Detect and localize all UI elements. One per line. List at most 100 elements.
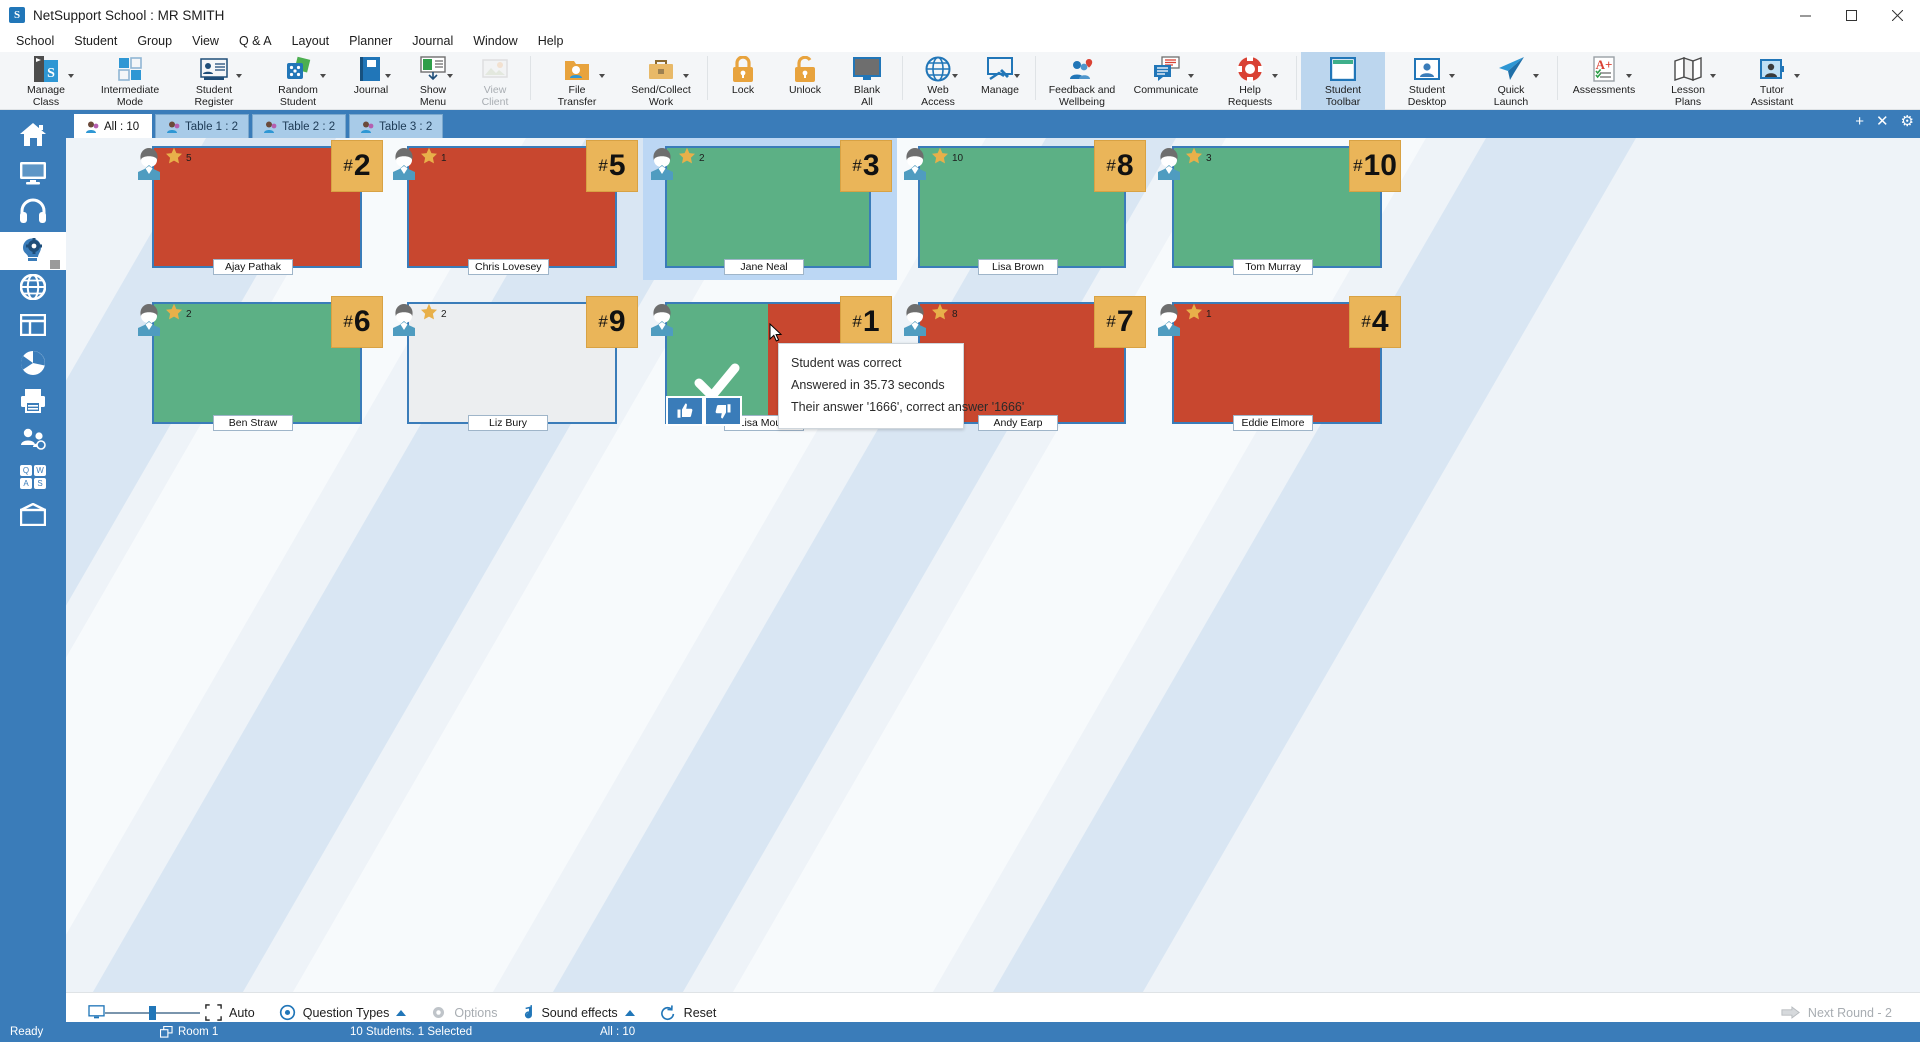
group-tab-table-2-2[interactable]: Table 2 : 2 xyxy=(252,114,347,138)
svg-text:A: A xyxy=(23,479,29,488)
tab-settings-icon[interactable]: ⚙ xyxy=(1901,114,1914,129)
menu-school[interactable]: School xyxy=(6,32,64,50)
ribbon-student-desktop-button[interactable]: Student Desktop xyxy=(1385,52,1469,110)
ribbon-student-toolbar-button[interactable]: Student Toolbar xyxy=(1301,52,1385,110)
ribbon-tutor-assistant-button[interactable]: Tutor Assistant xyxy=(1730,52,1814,110)
chevron-down-icon[interactable] xyxy=(1188,74,1194,78)
sidebar-item-audio[interactable] xyxy=(0,194,66,232)
sidebar-item-monitor[interactable] xyxy=(0,156,66,194)
menu-window[interactable]: Window xyxy=(463,32,527,50)
close-icon[interactable] xyxy=(1874,0,1920,30)
chevron-down-icon[interactable] xyxy=(68,74,74,78)
chevron-down-icon[interactable] xyxy=(1626,74,1632,78)
group-tab-strip: All : 10 Table 1 : 2 Table 2 : 2 Table 3 : … xyxy=(66,110,1920,138)
student-name-label[interactable]: Andy Earp xyxy=(978,415,1058,431)
ribbon-file-transfer-button[interactable]: File Transfer xyxy=(535,52,619,110)
sidebar-item-survey[interactable] xyxy=(0,346,66,384)
group-tab-table-1-2[interactable]: Table 1 : 2 xyxy=(155,114,250,138)
student-name-label[interactable]: Ajay Pathak xyxy=(213,259,293,275)
ribbon-feedback-wellbeing-button[interactable]: Feedback and Wellbeing xyxy=(1040,52,1124,110)
chevron-down-icon[interactable] xyxy=(599,74,605,78)
verdict-thumbs[interactable] xyxy=(666,396,742,426)
menu-group[interactable]: Group xyxy=(127,32,182,50)
ribbon-intermediate-mode-button[interactable]: Intermediate Mode xyxy=(88,52,172,110)
ribbon-manage-tools-button[interactable]: Manage xyxy=(969,52,1031,110)
student-avatar[interactable] xyxy=(389,304,419,338)
sidebar-item-application[interactable] xyxy=(0,308,66,346)
chevron-down-icon[interactable] xyxy=(320,74,326,78)
group-tab-table-3-2[interactable]: Table 3 : 2 xyxy=(349,114,444,138)
student-name-label[interactable]: Eddie Elmore xyxy=(1233,415,1313,431)
student-name-label[interactable]: Lisa Brown xyxy=(978,259,1058,275)
ribbon-show-menu-button[interactable]: Show Menu xyxy=(402,52,464,110)
menu-journal[interactable]: Journal xyxy=(402,32,463,50)
ribbon-send-collect-work-button[interactable]: Send/Collect Work xyxy=(619,52,703,110)
ribbon-web-access-button[interactable]: Web Access xyxy=(907,52,969,110)
student-avatar[interactable] xyxy=(900,304,930,338)
ribbon-lesson-plans-button[interactable]: Lesson Plans xyxy=(1646,52,1730,110)
sidebar-item-print[interactable] xyxy=(0,384,66,422)
student-name-label[interactable]: Ben Straw xyxy=(213,415,293,431)
student-name-label[interactable]: Liz Bury xyxy=(468,415,548,431)
sidebar-item-layout[interactable] xyxy=(0,498,66,536)
ribbon-manage-class-button[interactable]: S Manage Class xyxy=(4,52,88,110)
student-avatar[interactable] xyxy=(647,304,677,338)
group-tab-all-10[interactable]: All : 10 xyxy=(74,114,152,138)
student-avatar[interactable] xyxy=(900,148,930,182)
menu-q-a[interactable]: Q & A xyxy=(229,32,282,50)
student-avatar[interactable] xyxy=(134,304,164,338)
ribbon-help-requests-button[interactable]: Help Requests xyxy=(1208,52,1292,110)
menu-view[interactable]: View xyxy=(182,32,229,50)
status-group: All : 10 xyxy=(590,1026,645,1038)
chevron-down-icon[interactable] xyxy=(385,74,391,78)
classroom-layout-canvas[interactable]: 5 #2 Ajay Pathak 1 #5 Chris Lovesey 2 #3 Jane Ne… xyxy=(66,138,1920,992)
student-avatar[interactable] xyxy=(389,148,419,182)
ribbon-random-student-button[interactable]: Random Student xyxy=(256,52,340,110)
student-name-label[interactable]: Chris Lovesey xyxy=(468,259,549,275)
sidebar-item-group-users[interactable] xyxy=(0,422,66,460)
slider-knob[interactable] xyxy=(149,1005,156,1020)
next-round-button[interactable]: Next Round - 2 xyxy=(1771,1002,1902,1024)
minimize-icon[interactable] xyxy=(1782,0,1828,30)
chevron-down-icon[interactable] xyxy=(1014,74,1020,78)
ribbon-assessments-button[interactable]: A+ Assessments xyxy=(1562,52,1646,110)
student-number-badge: #1 xyxy=(840,296,892,348)
feedback-wellbeing-icon xyxy=(1069,54,1095,84)
student-avatar[interactable] xyxy=(647,148,677,182)
chevron-down-icon[interactable] xyxy=(952,74,958,78)
ribbon-lock-button[interactable]: Lock xyxy=(712,52,774,110)
thumbs-up-icon[interactable] xyxy=(666,396,704,426)
chevron-down-icon[interactable] xyxy=(1710,74,1716,78)
sidebar-item-question[interactable] xyxy=(0,232,66,270)
sidebar-item-internet[interactable] xyxy=(0,270,66,308)
thumbs-down-icon[interactable] xyxy=(704,396,742,426)
sidebar-item-home[interactable] xyxy=(0,118,66,156)
menu-layout[interactable]: Layout xyxy=(282,32,340,50)
ribbon-unlock-button[interactable]: Unlock xyxy=(774,52,836,110)
maximize-icon[interactable] xyxy=(1828,0,1874,30)
add-tab-icon[interactable]: + xyxy=(1855,114,1864,129)
chevron-down-icon[interactable] xyxy=(1272,74,1278,78)
sidebar-item-keyboard[interactable]: QWAS xyxy=(0,460,66,498)
chevron-down-icon[interactable] xyxy=(1533,74,1539,78)
menu-help[interactable]: Help xyxy=(528,32,574,50)
slider-track[interactable] xyxy=(105,1005,200,1020)
student-avatar[interactable] xyxy=(1154,304,1184,338)
chevron-down-icon[interactable] xyxy=(1794,74,1800,78)
student-avatar[interactable] xyxy=(1154,148,1184,182)
student-avatar[interactable] xyxy=(134,148,164,182)
chevron-down-icon[interactable] xyxy=(236,74,242,78)
chevron-down-icon[interactable] xyxy=(683,74,689,78)
ribbon-journal-button[interactable]: Journal xyxy=(340,52,402,110)
student-name-label[interactable]: Tom Murray xyxy=(1233,259,1313,275)
close-tab-icon[interactable]: ✕ xyxy=(1876,114,1889,129)
chevron-down-icon[interactable] xyxy=(1449,74,1455,78)
menu-student[interactable]: Student xyxy=(64,32,127,50)
ribbon-communicate-button[interactable]: Communicate xyxy=(1124,52,1208,110)
ribbon-blank-all-button[interactable]: Blank All xyxy=(836,52,898,110)
ribbon-student-register-button[interactable]: Student Register xyxy=(172,52,256,110)
student-name-label[interactable]: Jane Neal xyxy=(724,259,804,275)
chevron-down-icon[interactable] xyxy=(447,74,453,78)
ribbon-quick-launch-button[interactable]: Quick Launch xyxy=(1469,52,1553,110)
menu-planner[interactable]: Planner xyxy=(339,32,402,50)
